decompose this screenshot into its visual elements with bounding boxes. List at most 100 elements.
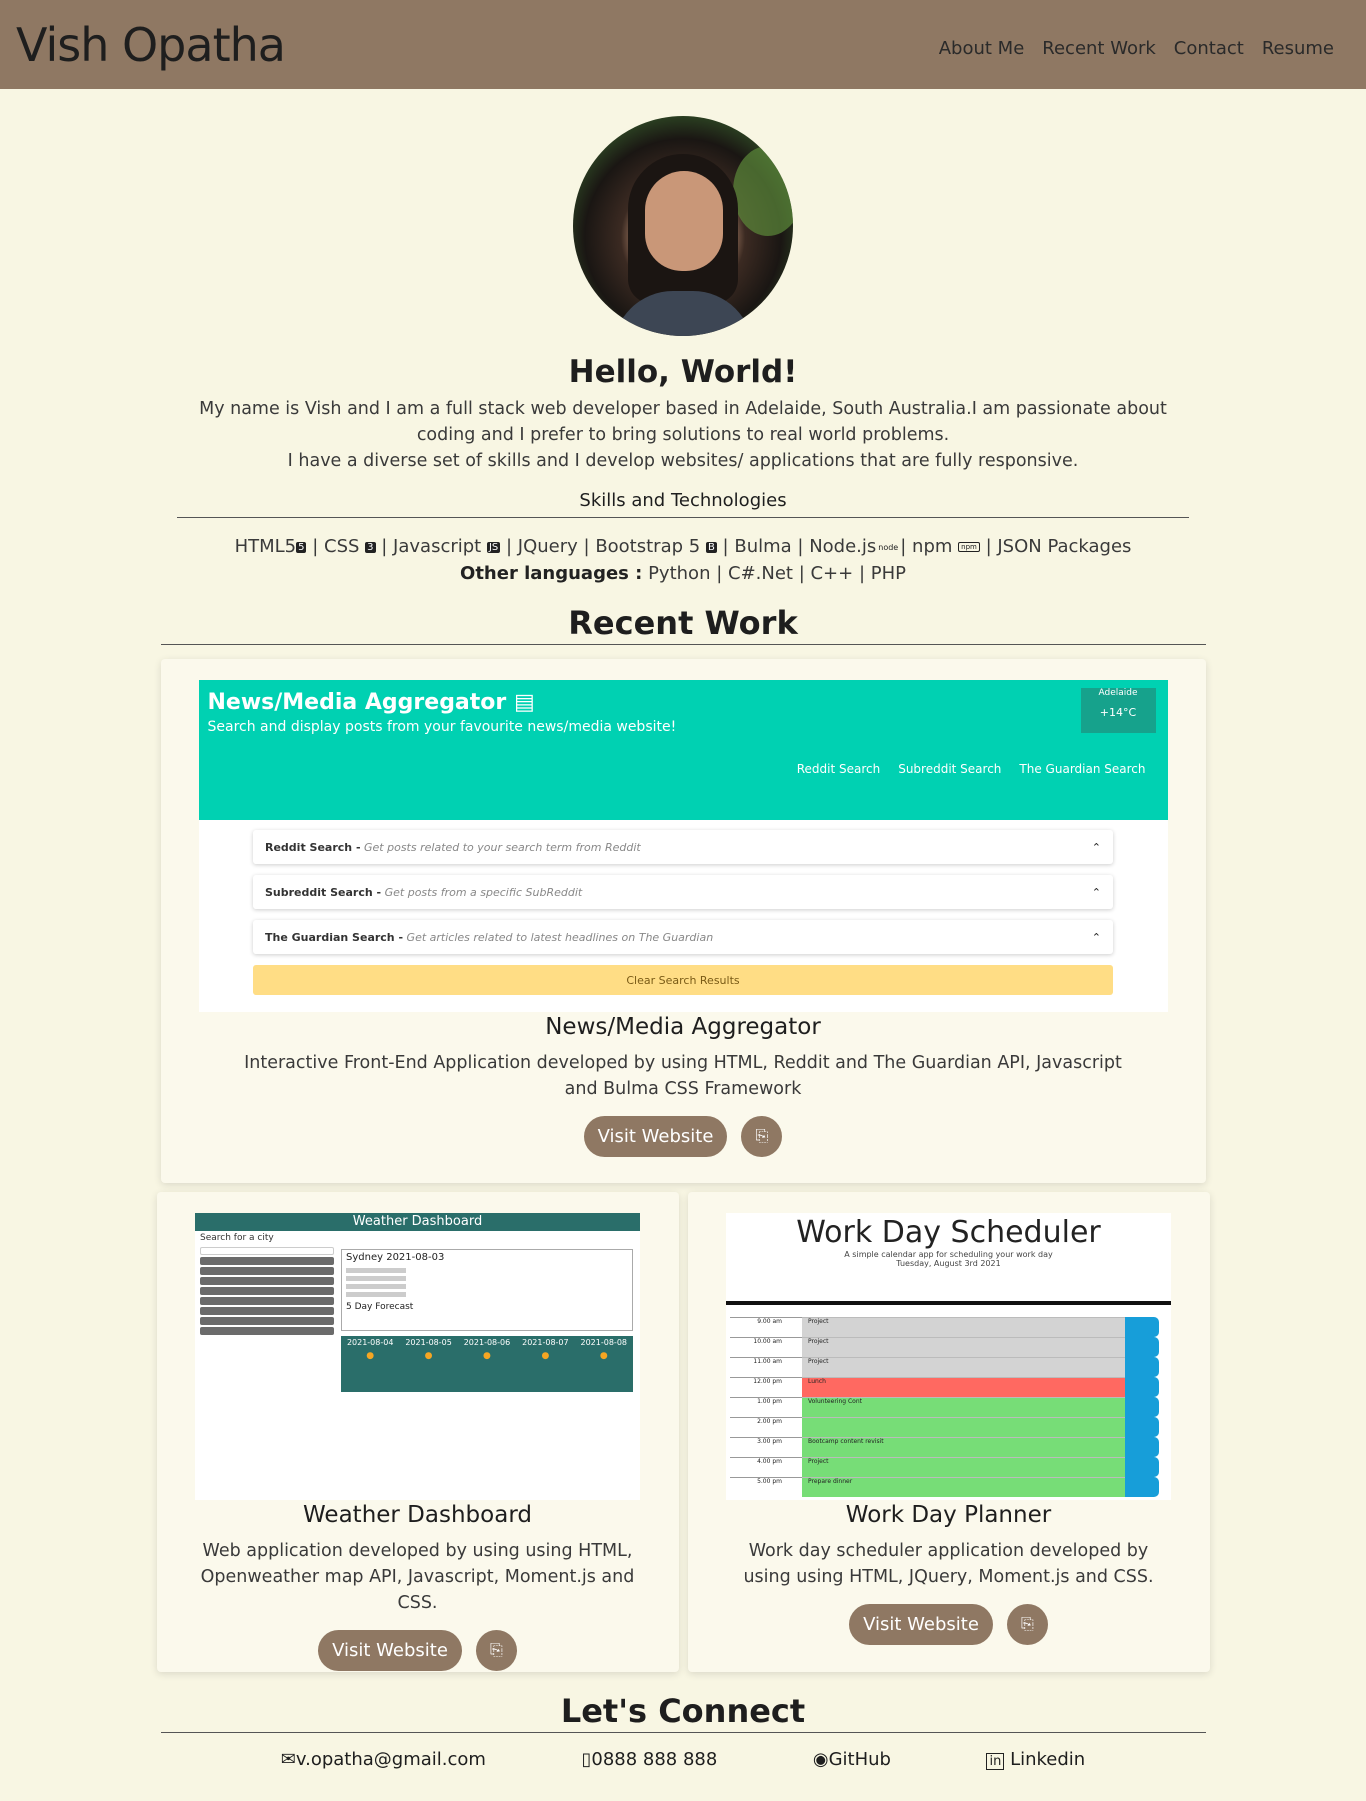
nav-resume[interactable]: Resume bbox=[1262, 38, 1334, 59]
planner-save-icon bbox=[1125, 1317, 1159, 1337]
project-card-news: News/Media Aggregator ▤ Search and displ… bbox=[160, 659, 1206, 1183]
planner-event: Bootcamp content revisit bbox=[802, 1437, 1125, 1457]
connect-title: Let's Connect bbox=[560, 1692, 806, 1730]
news-preview-title: News/Media Aggregator bbox=[207, 690, 507, 715]
news-preview-image: News/Media Aggregator ▤ Search and displ… bbox=[198, 680, 1168, 1012]
project-title: Weather Dashboard bbox=[303, 1502, 532, 1528]
project-card-planner: Work Day Scheduler A simple calendar app… bbox=[687, 1192, 1210, 1672]
forecast-date: 2021-08-05 bbox=[405, 1338, 452, 1347]
weather-preview-search-label: Search for a city bbox=[200, 1233, 274, 1243]
linkedin-icon: in bbox=[986, 1753, 1005, 1770]
nav-recent-work[interactable]: Recent Work bbox=[1042, 38, 1156, 59]
nav-about-me[interactable]: About Me bbox=[939, 38, 1025, 59]
news-preview-temp: +14°C bbox=[1099, 706, 1137, 719]
planner-row: 3.00 pm Bootcamp content revisit bbox=[730, 1437, 1159, 1457]
forecast-date: 2021-08-06 bbox=[463, 1338, 511, 1347]
about-section: Hello, World! My name is Vish and I am a… bbox=[0, 116, 1366, 584]
html5-icon: 5 bbox=[296, 541, 307, 553]
skill-html5: HTML5 bbox=[234, 536, 297, 557]
planner-row: 2.00 pm bbox=[730, 1417, 1159, 1437]
news-preview-accordion-item: Reddit Search - Get posts related to you… bbox=[253, 830, 1113, 864]
skill-bootstrap: Bootstrap 5 bbox=[595, 536, 701, 557]
other-languages: Other languages : Python | C#.Net | C++ … bbox=[460, 563, 906, 584]
lang-python: Python bbox=[648, 563, 711, 584]
skill-node: Node.js bbox=[809, 536, 877, 557]
skills-divider bbox=[177, 517, 1189, 518]
github-icon: ◉ bbox=[812, 1749, 829, 1770]
forecast-date: 2021-08-04 bbox=[346, 1338, 394, 1347]
planner-event: Lunch bbox=[802, 1377, 1125, 1397]
weather-preview-forecast: 2021-08-04 2021-08-05 2021-08-06 2021-08… bbox=[341, 1336, 633, 1392]
planner-hour: 3.00 pm bbox=[730, 1437, 802, 1457]
recent-work-title: Recent Work bbox=[568, 604, 798, 642]
news-preview-city: Adelaide bbox=[1098, 688, 1138, 698]
js-icon: JS bbox=[486, 541, 501, 553]
planner-save-icon bbox=[1125, 1337, 1159, 1357]
project-title: News/Media Aggregator bbox=[545, 1014, 821, 1040]
planner-save-icon bbox=[1125, 1437, 1159, 1457]
intro-text: My name is Vish and I am a full stack we… bbox=[173, 396, 1193, 474]
planner-save-icon bbox=[1125, 1417, 1159, 1437]
code-file-icon[interactable]: ⎘ bbox=[741, 1116, 783, 1157]
weather-preview-forecast-label: 5 Day Forecast bbox=[346, 1302, 414, 1312]
planner-event: Project bbox=[802, 1317, 1125, 1337]
envelope-icon: ✉ bbox=[280, 1749, 296, 1770]
news-preview-link: Reddit Search bbox=[796, 762, 881, 776]
code-file-icon[interactable]: ⎘ bbox=[475, 1630, 517, 1671]
planner-hour: 10.00 am bbox=[730, 1337, 802, 1357]
planner-event: Project bbox=[802, 1357, 1125, 1377]
projects-row: Weather Dashboard Search for a city Sydn… bbox=[156, 1192, 1210, 1672]
connect-divider bbox=[160, 1732, 1206, 1733]
planner-hour: 12.00 pm bbox=[730, 1377, 802, 1397]
planner-save-icon bbox=[1125, 1457, 1159, 1477]
planner-preview-date: Tuesday, August 3rd 2021 bbox=[896, 1259, 1001, 1268]
intro-line-2: I have a diverse set of skills and I dev… bbox=[287, 451, 1079, 471]
github-link[interactable]: ◉GitHub bbox=[813, 1749, 891, 1770]
project-card-weather: Weather Dashboard Search for a city Sydn… bbox=[156, 1192, 679, 1672]
nav-contact[interactable]: Contact bbox=[1174, 38, 1244, 59]
email-link[interactable]: ✉v.opatha@gmail.com bbox=[281, 1749, 486, 1770]
forecast-date: 2021-08-07 bbox=[522, 1338, 569, 1347]
news-preview-link: The Guardian Search bbox=[1019, 762, 1146, 776]
planner-save-icon bbox=[1125, 1357, 1159, 1377]
forecast-date: 2021-08-08 bbox=[580, 1338, 628, 1347]
phone-link[interactable]: ▯0888 888 888 bbox=[581, 1749, 717, 1770]
planner-row: 5.00 pm Prepare dinner bbox=[730, 1477, 1159, 1497]
weather-preview-image: Weather Dashboard Search for a city Sydn… bbox=[195, 1213, 640, 1500]
planner-row: 4.00 pm Project bbox=[730, 1457, 1159, 1477]
npm-icon: npm bbox=[958, 542, 980, 552]
planner-hour: 9.00 am bbox=[730, 1317, 802, 1337]
project-title: Work Day Planner bbox=[845, 1502, 1052, 1528]
planner-row: 9.00 am Project bbox=[730, 1317, 1159, 1337]
visit-website-button[interactable]: Visit Website bbox=[849, 1604, 993, 1645]
css3-icon: 3 bbox=[365, 541, 376, 553]
visit-website-button[interactable]: Visit Website bbox=[583, 1116, 728, 1157]
visit-website-button[interactable]: Visit Website bbox=[318, 1630, 462, 1671]
skill-jquery: JQuery bbox=[517, 536, 578, 557]
linkedin-link[interactable]: in Linkedin bbox=[986, 1749, 1085, 1770]
planner-row: 11.00 am Project bbox=[730, 1357, 1159, 1377]
planner-event: Volunteering Cont bbox=[802, 1397, 1125, 1417]
skill-bulma: Bulma bbox=[734, 536, 792, 557]
planner-event: Prepare dinner bbox=[802, 1477, 1125, 1497]
news-preview-accordion-item: Subreddit Search - Get posts from a spec… bbox=[253, 875, 1113, 909]
skill-javascript: Javascript bbox=[393, 536, 482, 557]
navbar: Vish Opatha About Me Recent Work Contact… bbox=[0, 0, 1366, 89]
planner-hour: 4.00 pm bbox=[730, 1457, 802, 1477]
planner-preview-title: Work Day Scheduler bbox=[796, 1215, 1101, 1250]
newspaper-icon: ▤ bbox=[513, 690, 535, 715]
news-preview-accordion-item: The Guardian Search - Get articles relat… bbox=[253, 920, 1113, 954]
news-preview-link: Subreddit Search bbox=[898, 762, 1002, 776]
code-file-icon[interactable]: ⎘ bbox=[1006, 1604, 1048, 1645]
planner-event: Project bbox=[802, 1337, 1125, 1357]
skill-npm: npm bbox=[912, 536, 953, 557]
node-icon: node bbox=[878, 542, 899, 552]
lang-csharp: C#.Net bbox=[728, 563, 793, 584]
weather-preview-city: Sydney 2021-08-03 bbox=[346, 1252, 445, 1263]
intro-line-1: My name is Vish and I am a full stack we… bbox=[199, 399, 1167, 445]
news-preview-subtitle: Search and display posts from your favou… bbox=[207, 719, 677, 735]
project-description: Work day scheduler application developed… bbox=[743, 1541, 1154, 1587]
profile-photo bbox=[573, 116, 793, 336]
planner-row: 1.00 pm Volunteering Cont bbox=[730, 1397, 1159, 1417]
brand-name[interactable]: Vish Opatha bbox=[16, 18, 286, 72]
